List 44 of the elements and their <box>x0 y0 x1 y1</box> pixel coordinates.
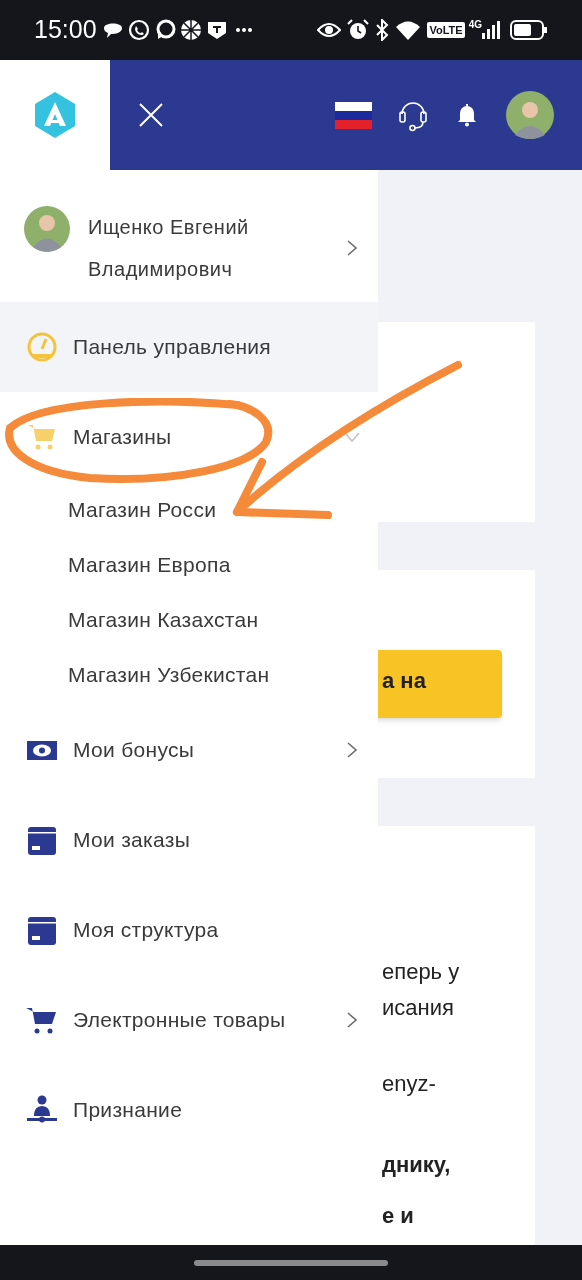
signal-icon <box>480 19 502 41</box>
menu-label: Моя структура <box>73 917 219 944</box>
menu-label: Электронные товары <box>73 1007 286 1034</box>
chevron-icon <box>343 431 361 443</box>
avatar <box>24 206 70 252</box>
bluetooth-icon <box>375 19 390 41</box>
menu-label: Мои бонусы <box>73 737 195 764</box>
box-icon <box>26 824 58 856</box>
content-text: днику, <box>382 1151 452 1179</box>
box-icon <box>26 914 58 946</box>
menu-label: Мои заказы <box>73 827 191 854</box>
submenu-item[interactable]: Магазин Казахстан <box>68 603 259 636</box>
avatar[interactable] <box>506 91 554 139</box>
volte-badge: VoLTE <box>427 21 465 39</box>
wifi-icon <box>395 19 422 41</box>
menu-item[interactable]: Панель управления <box>0 302 378 392</box>
logo-icon <box>32 90 78 140</box>
phone-chat-icon <box>126 18 151 42</box>
menu-label: Панель управления <box>73 334 272 361</box>
eye-icon <box>317 21 342 39</box>
submenu-item[interactable]: Магазин Европа <box>68 548 231 581</box>
bell-icon[interactable] <box>456 103 478 127</box>
menu-label: Признание <box>73 1097 183 1124</box>
alarm-icon <box>347 19 370 41</box>
battery-icon <box>510 20 548 40</box>
more-icon <box>234 27 253 33</box>
chevron-icon <box>346 1011 358 1029</box>
submenu-item[interactable]: Магазин Узбекистан <box>68 658 270 691</box>
content-text: е и <box>382 1202 415 1230</box>
close-icon[interactable] <box>138 102 164 128</box>
chevron-icon <box>346 741 358 759</box>
user-name: Ищенко Евгений Владимирович <box>88 215 250 282</box>
content-text: enyz- <box>382 1070 437 1098</box>
flower-icon <box>178 18 203 42</box>
clock-time: 15:00 <box>34 14 97 46</box>
content-text: еперь у <box>382 958 461 986</box>
network-label: 4G <box>468 18 482 32</box>
home-handle[interactable] <box>194 1259 388 1266</box>
menu-label: Магазины <box>73 424 172 451</box>
content-text: исания <box>382 994 455 1022</box>
submenu-item[interactable]: Магазин Росси <box>68 493 217 526</box>
chevron-icon <box>346 239 358 257</box>
gauge-icon <box>26 331 58 363</box>
flag-icon[interactable] <box>335 101 372 129</box>
